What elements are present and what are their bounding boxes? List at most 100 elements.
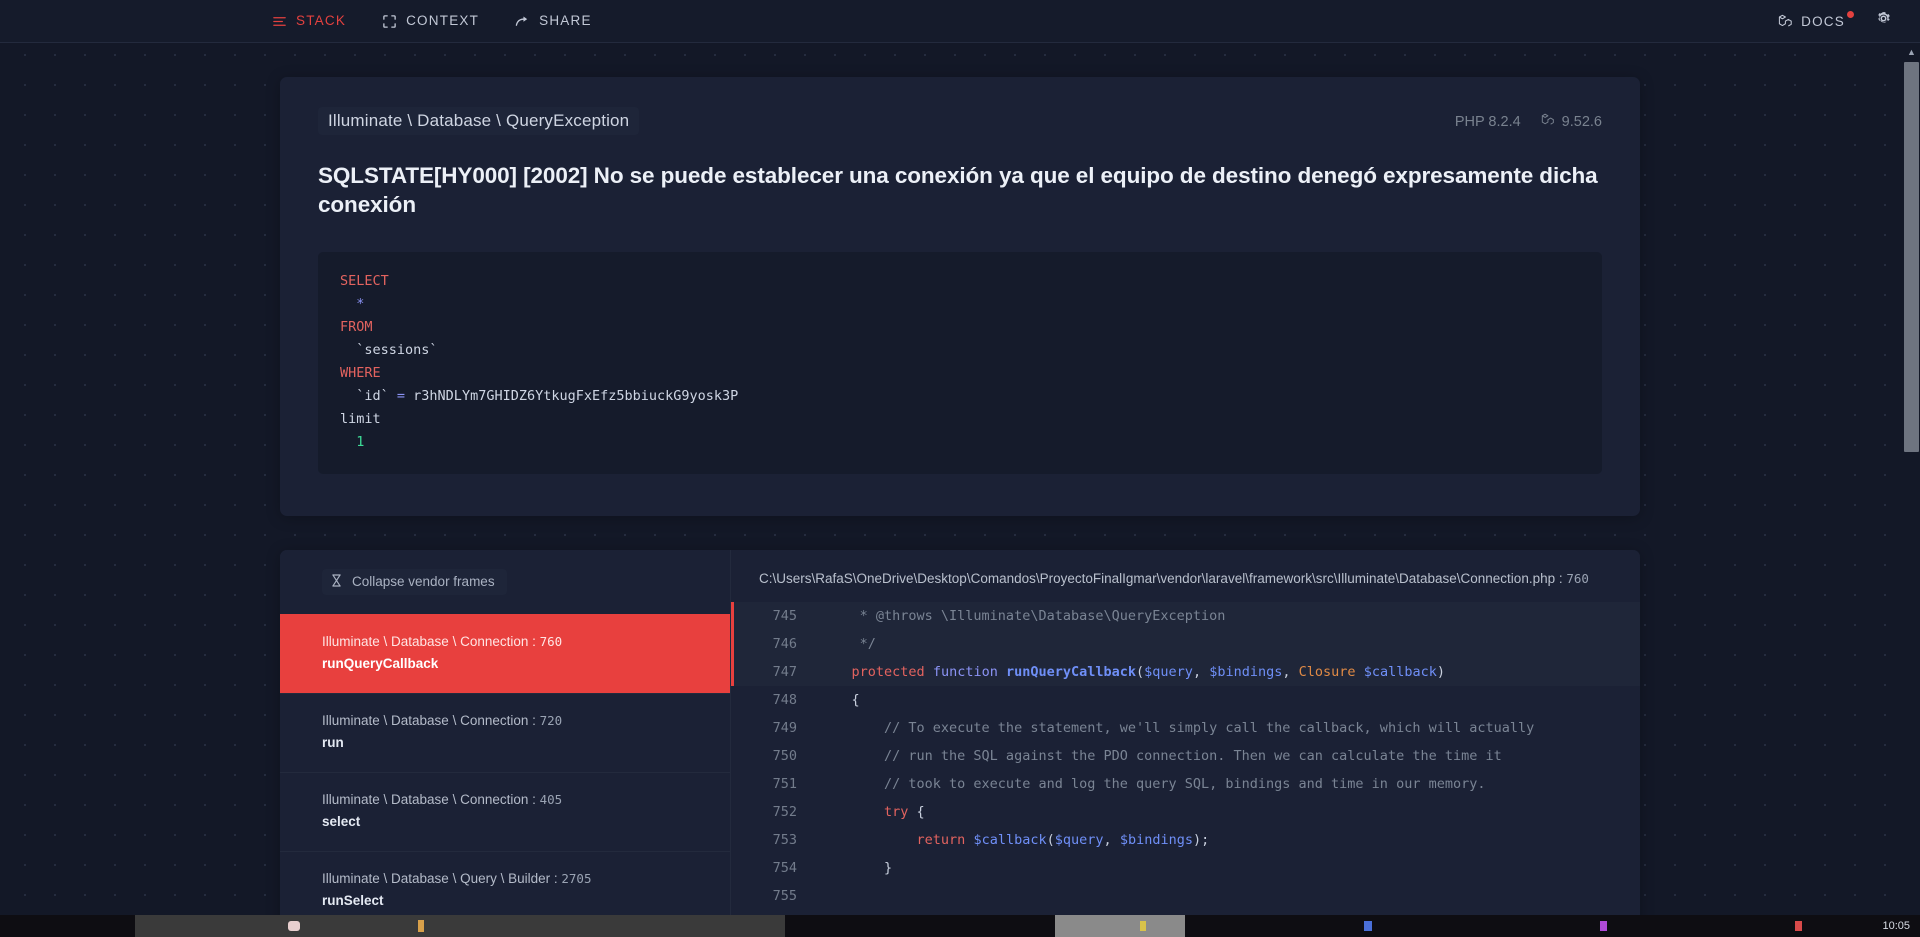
code-line-source: // took to execute and log the query SQL… [819,770,1640,798]
code-token: $bindings [1209,663,1283,680]
tab-share-label: SHARE [539,13,592,29]
code-token: // took to execute and log the query SQL… [819,775,1486,792]
taskbar-clock: 10:05 [1882,920,1910,932]
code-token: Closure [1298,663,1356,680]
docs-link[interactable]: DOCS [1778,10,1854,29]
stack-frame-class: Illuminate \ Database \ Connection : [322,633,540,649]
nav-items-group: STACK CONTEXT SHARE [272,14,592,29]
docs-label: DOCS [1801,13,1845,29]
taskbar-icon-g[interactable] [1795,921,1802,931]
php-version-badge: PHP 8.2.4 [1455,114,1521,130]
tab-share[interactable]: SHARE [515,14,592,29]
code-file-path-line: 760 [1566,570,1589,586]
code-lines-list: 745 * @throws \Illuminate\Database\Query… [731,601,1640,937]
code-token: function [932,663,998,680]
code-line-source: // To execute the statement, we'll simpl… [819,714,1640,742]
stack-frame-item[interactable]: Illuminate \ Database \ Connection : 405… [280,771,730,851]
code-line-source: } [819,854,1640,882]
sql-select-keyword: SELECT [340,272,389,289]
taskbar-icon-a[interactable] [288,921,300,931]
tab-stack[interactable]: STACK [272,14,346,29]
php-version-label: PHP 8.2.4 [1454,114,1521,130]
code-line: 755 [731,882,1640,910]
exception-class-name: Illuminate \ Database \ QueryException [318,107,640,135]
stack-frame-line-number: 760 [539,633,563,649]
code-line: 749 // To execute the statement, we'll s… [731,714,1640,742]
code-line-number: 753 [772,831,797,848]
code-line-number: 751 [772,775,797,792]
stack-frame-location: Illuminate \ Database \ Connection : 720 [322,711,706,731]
tab-context[interactable]: CONTEXT [382,14,479,29]
page-body: Illuminate \ Database \ QueryException P… [0,43,1920,937]
stack-frame-item[interactable]: Illuminate \ Database \ Connection : 760… [280,613,730,693]
code-token: try [884,803,909,820]
sql-star: * [340,295,365,312]
os-taskbar: 10:05 [0,915,1920,937]
code-line-number: 745 [731,601,819,630]
code-line-number: 746 [731,629,819,658]
collapse-vendor-frames-button[interactable]: Collapse vendor frames [322,568,507,595]
code-token: * @throws \Illuminate\Database\QueryExce… [819,607,1226,624]
scrollbar-thumb[interactable] [1904,62,1919,452]
code-token: { [819,691,860,708]
sql-where-keyword: WHERE [340,364,381,381]
code-token: return [916,831,966,848]
stack-frame-item[interactable]: Illuminate \ Database \ Connection : 720… [280,692,730,772]
code-line-number: 752 [772,803,797,820]
code-token: ); [1192,831,1210,848]
exception-message: SQLSTATE[HY000] [2002] No se puede estab… [318,163,1598,218]
collapse-icon [331,573,342,590]
version-badges: PHP 8.2.4 9.52.6 [1455,107,1602,131]
code-line-source: return $callback($query, $bindings); [819,826,1640,854]
code-token: runQueryCallback [1005,663,1137,680]
taskbar-active-window[interactable] [1055,915,1185,937]
code-line: 752 try { [731,798,1640,826]
sql-limit-keyword: limit [340,410,381,427]
taskbar-window-group[interactable] [135,915,785,937]
laravel-version-label: 9.52.6 [1561,114,1602,130]
code-token: , [1103,831,1120,848]
code-token: $callback [1363,663,1437,680]
code-token: { [908,803,925,820]
stack-frame-location: Illuminate \ Database \ Connection : 760 [322,632,706,652]
settings-button[interactable] [1875,10,1892,32]
docs-notification-dot [1847,10,1854,18]
nav-right-group: DOCS [1778,10,1892,32]
code-token: $query [1054,831,1104,848]
code-token: ( [1136,663,1145,680]
code-token: , [1282,663,1299,680]
stack-frame-line-number: 405 [539,791,563,807]
taskbar-icon-b[interactable] [418,920,424,932]
code-token: $bindings [1119,831,1193,848]
code-line-number: 754 [772,859,797,876]
code-line: 751 // took to execute and log the query… [731,770,1640,798]
taskbar-icon-d[interactable] [1364,921,1372,931]
code-token: $callback [973,831,1047,848]
code-line-number: 748 [772,691,797,708]
scroll-up-arrow-icon[interactable]: ▲ [1903,43,1920,60]
stack-frame-line-number: 2705 [561,870,592,886]
stack-frames-panel: Collapse vendor frames Illuminate \ Data… [280,549,731,937]
code-line: 753 return $callback($query, $bindings); [731,826,1640,854]
code-token: // To execute the statement, we'll simpl… [819,719,1535,736]
laravel-version-badge: 9.52.6 [1541,113,1602,131]
stack-frame-function: runSelect [322,893,384,909]
code-token: protected [851,663,925,680]
code-line-number: 747 [731,657,819,686]
tab-context-label: CONTEXT [406,13,480,29]
stack-frame-function: select [322,814,361,830]
taskbar-icon-f[interactable] [1600,921,1607,931]
content-container: Illuminate \ Database \ QueryException P… [280,77,1640,937]
sql-binding-value: r3hNDLYm7GHIDZ6YtkugFxEfz5bbiuckG9yosk3P [413,387,739,404]
code-line: 745 * @throws \Illuminate\Database\Query… [731,601,1640,630]
code-line-number: 750 [772,747,797,764]
code-token: $query [1144,663,1193,680]
stack-frame-location: Illuminate \ Database \ Query \ Builder … [322,869,706,889]
page-scrollbar[interactable]: ▲ [1903,43,1920,937]
taskbar-icon-c[interactable] [1140,921,1146,931]
gear-icon [1875,10,1892,32]
code-file-path-text: C:\Users\RafaS\OneDrive\Desktop\Comandos… [759,570,1563,586]
